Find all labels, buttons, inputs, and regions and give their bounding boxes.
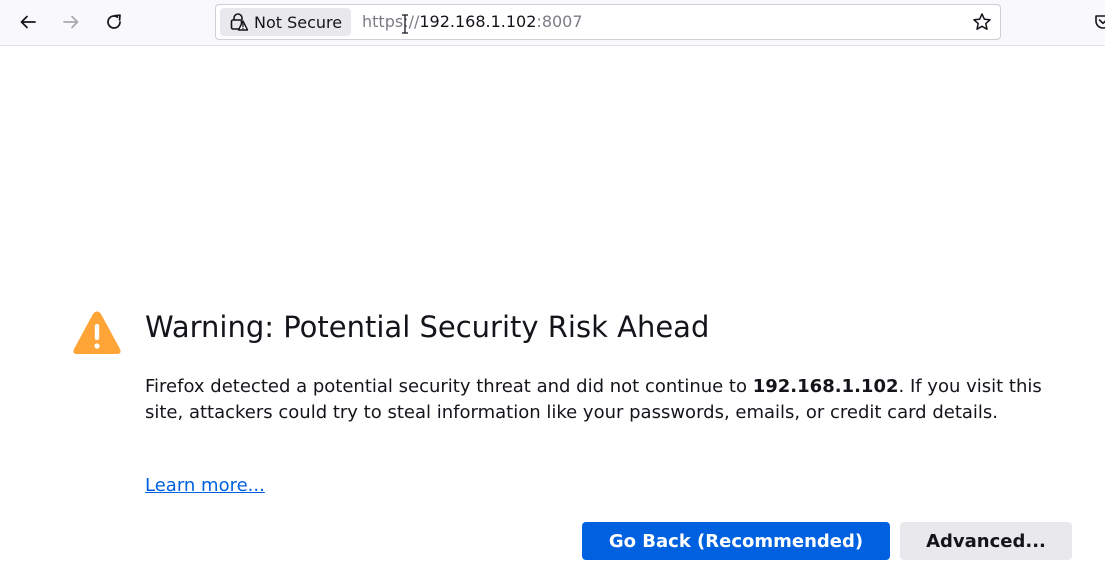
reload-button[interactable] xyxy=(99,7,129,37)
learn-more-link[interactable]: Learn more... xyxy=(145,473,265,499)
arrow-right-icon xyxy=(63,15,79,29)
url-host: 192.168.1.102 xyxy=(419,12,537,31)
not-secure-label: Not Secure xyxy=(254,12,343,32)
warning-triangle-icon xyxy=(73,311,121,354)
url-port: :8007 xyxy=(536,12,583,31)
error-description: Firefox detected a potential security th… xyxy=(145,374,1075,426)
go-back-button[interactable]: Go Back (Recommended) xyxy=(582,522,890,560)
description-host: 192.168.1.102 xyxy=(752,376,899,397)
star-icon[interactable] xyxy=(972,12,992,32)
back-button[interactable] xyxy=(13,7,43,37)
lock-warning-icon xyxy=(230,13,248,31)
site-identity-button[interactable]: Not Secure xyxy=(220,8,351,36)
text-cursor-icon xyxy=(402,14,408,34)
forward-button[interactable] xyxy=(56,7,86,37)
browser-toolbar: Not Secure https://192.168.1.102:8007 xyxy=(0,0,1105,46)
page-title: Warning: Potential Security Risk Ahead xyxy=(145,310,710,344)
pocket-icon[interactable] xyxy=(1093,12,1105,32)
url-text[interactable]: https://192.168.1.102:8007 xyxy=(362,5,583,39)
reload-icon xyxy=(107,14,121,29)
description-text-before: Firefox detected a potential security th… xyxy=(145,376,753,397)
url-scheme: https:// xyxy=(362,12,420,31)
arrow-left-icon xyxy=(20,15,36,29)
address-bar[interactable]: Not Secure https://192.168.1.102:8007 xyxy=(215,4,1001,40)
advanced-button[interactable]: Advanced... xyxy=(900,522,1072,560)
